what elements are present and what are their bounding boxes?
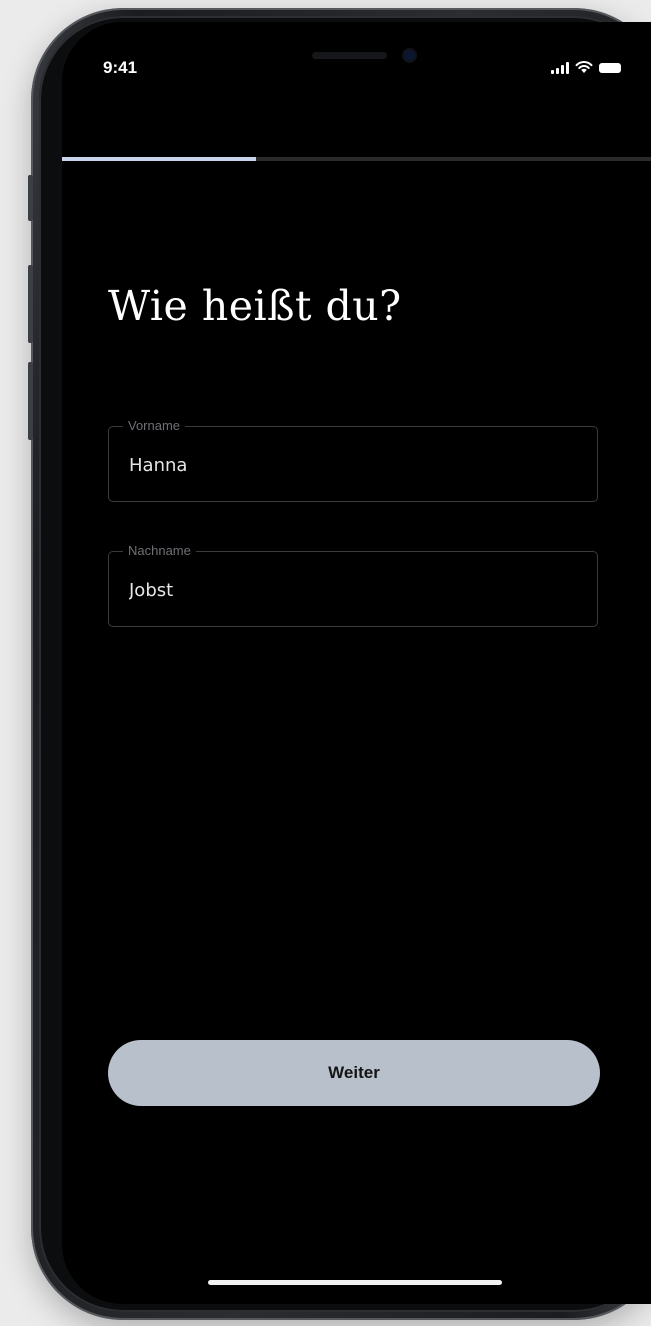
battery-icon <box>599 63 621 73</box>
home-indicator[interactable] <box>208 1280 502 1285</box>
next-button[interactable]: Weiter <box>108 1040 600 1106</box>
first-name-input[interactable] <box>129 451 569 479</box>
wifi-icon <box>575 61 593 73</box>
first-name-field[interactable]: Vorname <box>108 418 598 502</box>
last-name-field[interactable]: Nachname <box>108 543 598 627</box>
progress-track <box>62 157 651 161</box>
last-name-input[interactable] <box>129 576 569 604</box>
signal-icon <box>551 62 569 74</box>
front-camera <box>404 50 415 61</box>
first-name-label: Vorname <box>123 418 186 434</box>
notch <box>312 22 472 72</box>
progress-fill <box>62 157 257 161</box>
volume-down-button <box>28 362 33 440</box>
status-icons <box>551 58 621 74</box>
earpiece-speaker <box>312 52 387 59</box>
volume-up-button <box>28 265 33 343</box>
page-title: Wie heißt du? <box>108 282 402 330</box>
app-screen: 9:41 Wie heißt du? Vorname Nachname Weit… <box>62 22 651 1304</box>
last-name-label: Nachname <box>123 543 196 559</box>
silent-switch <box>28 175 33 221</box>
status-time: 9:41 <box>103 58 138 77</box>
